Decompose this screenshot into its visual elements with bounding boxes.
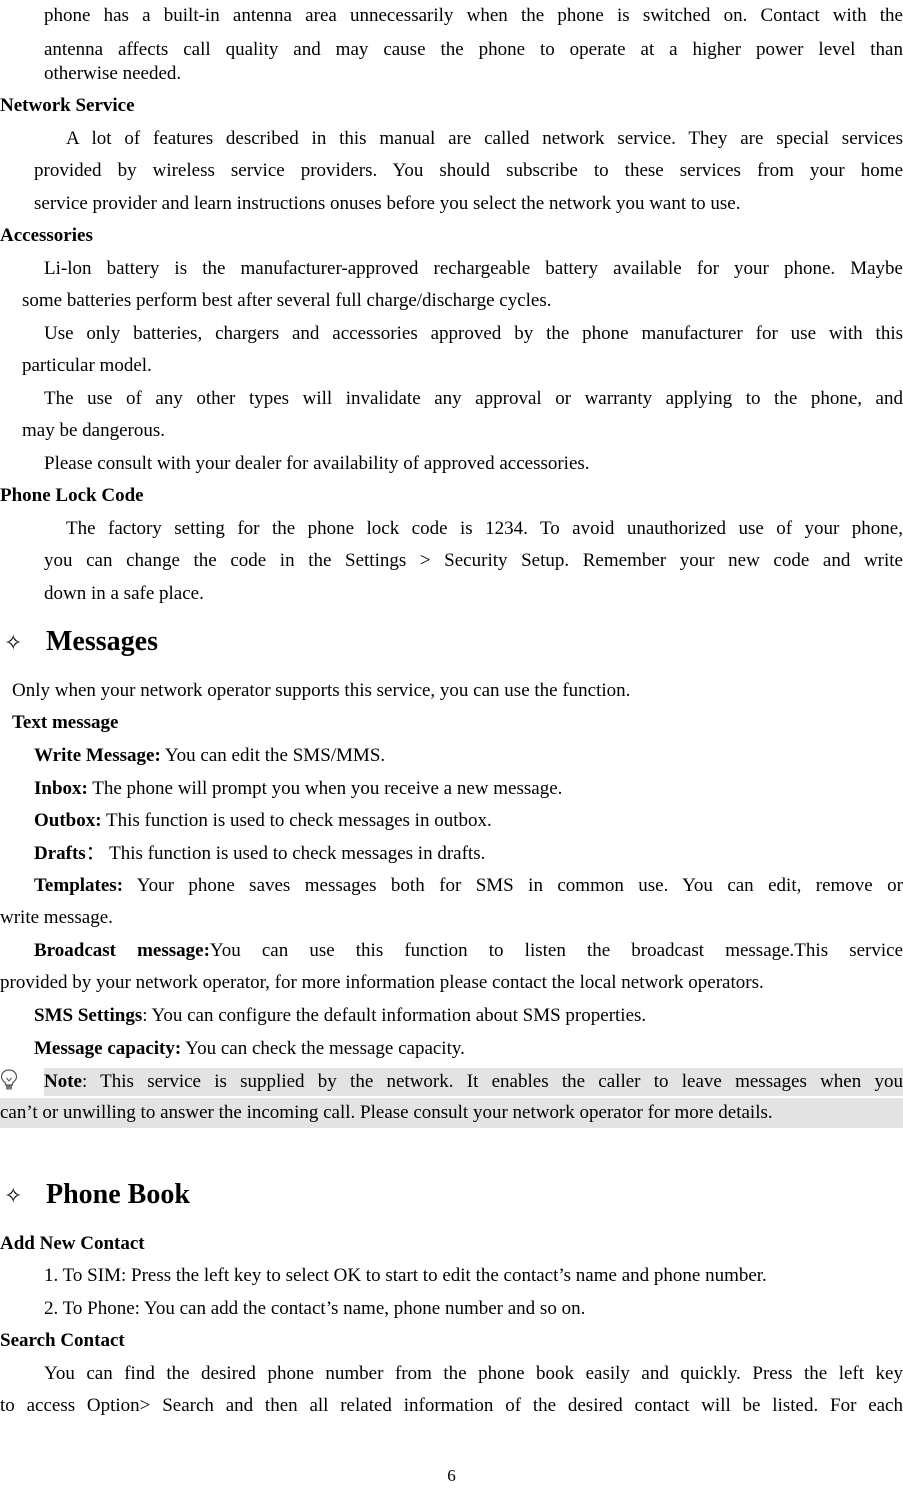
note-line2: can’t or unwilling to answer the incomin… [0,1098,903,1128]
item-label: Inbox: [34,778,88,799]
paragraph-line: some batteries perform best after severa… [22,290,552,311]
message-item-templates: Templates: Your phone saves messages bot… [34,870,903,902]
message-item-broadcast-cont: provided by your network operator, for m… [0,972,764,993]
item-text: Your phone saves messages both for SMS i… [123,875,903,896]
note-box: Note: This service is supplied by the ne… [0,1066,903,1098]
page-number: 6 [447,1466,456,1485]
message-item-write: Write Message: You can edit the SMS/MMS. [34,740,385,772]
section-heading-phone-lock-code: Phone Lock Code [0,485,144,506]
paragraph-line: particular model. [22,355,152,376]
item-text: You can check the message capacity. [181,1038,465,1059]
phone-book-title: Phone Book [46,1179,190,1210]
item-label: Write Message: [34,745,161,766]
item-text: You can use this function to listen the … [209,940,903,961]
message-item-capacity: Message capacity: You can check the mess… [34,1033,465,1065]
paragraph-line: The use of any other types will invalida… [44,388,903,409]
messages-intro: Only when your network operator supports… [12,680,631,701]
subheading-search-contact: Search Contact [0,1330,125,1351]
item-text: The phone will prompt you when you recei… [87,778,563,799]
paragraph-line: The factory setting for the phone lock c… [66,518,903,539]
paragraph-line: to access Option> Search and then all re… [0,1395,903,1416]
section-title-messages: ✧ Messages [4,622,158,662]
message-item-inbox: Inbox: The phone will prompt you when yo… [34,773,562,805]
paragraph-line: may be dangerous. [22,420,165,441]
section-heading-network-service: Network Service [0,95,135,116]
paragraph-line: A lot of features described in this manu… [66,128,903,149]
paragraph-line: 1. To SIM: Press the left key to select … [44,1265,767,1286]
note-label: Note [44,1071,82,1092]
paragraph-line: you can change the code in the Settings … [44,550,903,571]
paragraph-line: 2. To Phone: You can add the contact’s n… [44,1298,586,1319]
message-item-sms-settings: SMS Settings: You can configure the defa… [34,1000,646,1032]
paragraph-line: provided by wireless service providers. … [34,160,903,181]
paragraph-line: Use only batteries, chargers and accesso… [44,323,903,344]
message-item-templates-cont: write message. [0,907,113,928]
item-text: ： This function is used to check message… [85,843,486,864]
messages-title: Messages [46,626,158,657]
item-text: This function is used to check messages … [101,810,492,831]
paragraph-line: down in a safe place. [44,583,204,604]
section-title-phone-book: ✧ Phone Book [4,1175,190,1215]
paragraph-line: Li-lon battery is the manufacturer-appro… [44,258,903,279]
diamond-outline-icon: ✧ [4,1183,23,1208]
diamond-outline-icon: ✧ [4,630,23,655]
section-heading-accessories: Accessories [0,225,93,246]
item-label: Broadcast message: [34,940,210,961]
item-text: : You can configure the default informat… [142,1005,647,1026]
subheading-add-new-contact: Add New Contact [0,1233,145,1254]
paragraph-line: Please consult with your dealer for avai… [44,453,590,474]
item-label: Drafts [34,843,86,864]
message-item-drafts: Drafts： This function is used to check m… [34,838,485,870]
note-line1: Note: This service is supplied by the ne… [44,1066,903,1098]
item-label: Templates: [34,875,124,896]
intro-line: phone has a built-in antenna area unnece… [44,5,903,26]
paragraph-line: service provider and learn instructions … [34,193,741,214]
item-label: Outbox: [34,810,102,831]
lightbulb-icon [0,1069,18,1091]
message-item-outbox: Outbox: This function is used to check m… [34,805,492,837]
item-label: Message capacity: [34,1038,182,1059]
subheading-text-message: Text message [12,712,119,733]
message-item-broadcast: Broadcast message:You can use this funct… [34,935,903,967]
paragraph-line: You can find the desired phone number fr… [44,1363,903,1384]
intro-line: otherwise needed. [44,63,182,84]
note-text: : This service is supplied by the networ… [81,1071,903,1092]
item-label: SMS Settings [34,1005,143,1026]
item-text: You can edit the SMS/MMS. [160,745,386,766]
